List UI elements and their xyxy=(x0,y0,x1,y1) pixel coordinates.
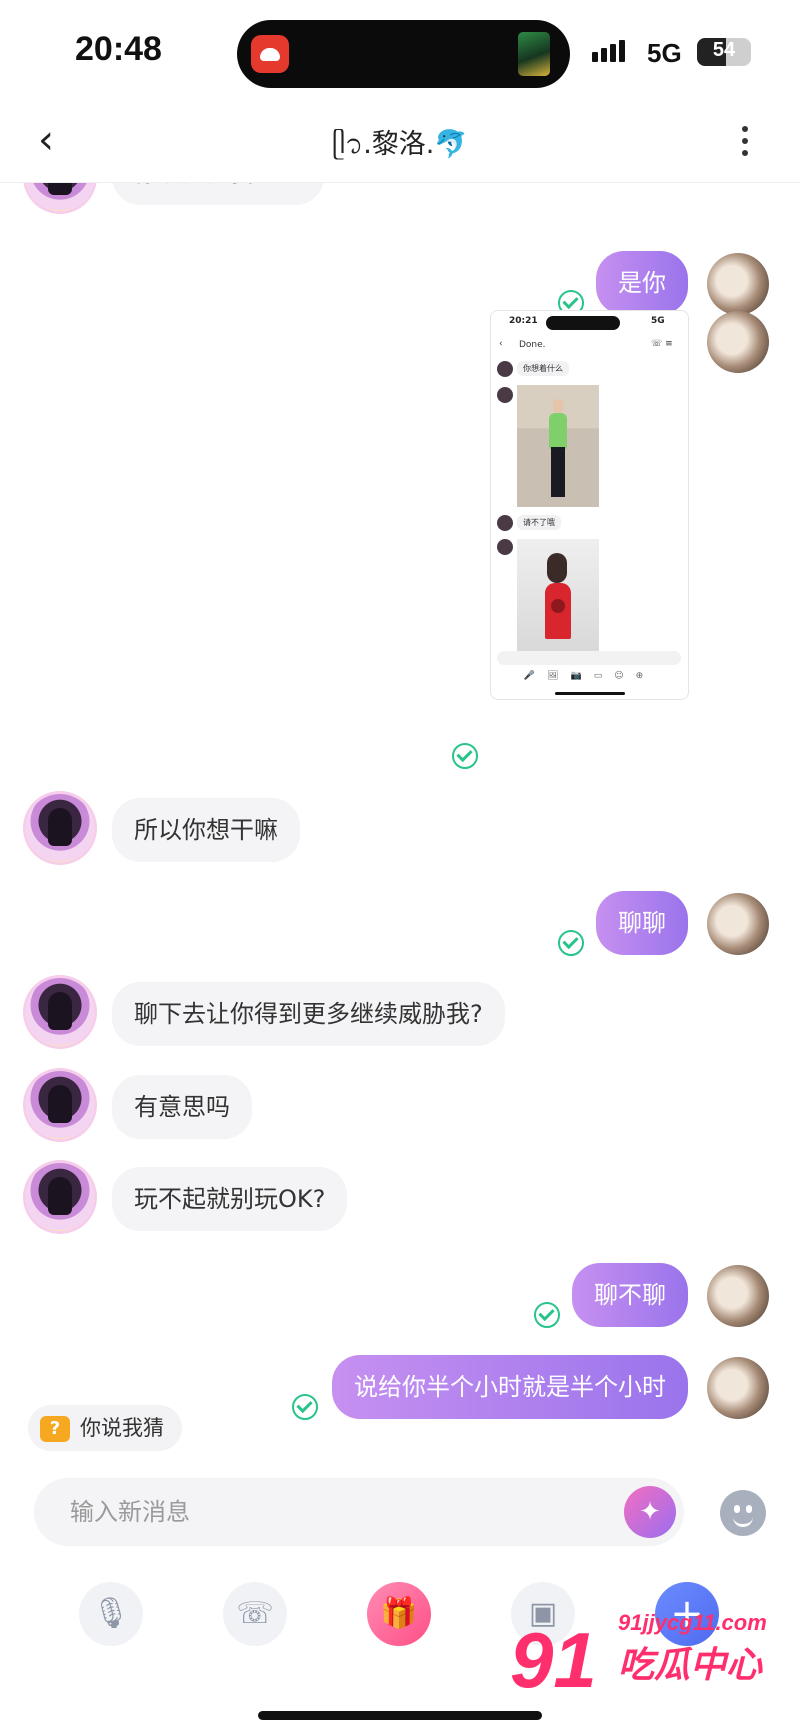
sent-check-icon xyxy=(292,1394,318,1420)
dynamic-island xyxy=(237,20,570,88)
battery-percent: 54 xyxy=(712,39,736,61)
magic-wand-icon[interactable]: ✦ xyxy=(624,1486,676,1538)
shot-avatar xyxy=(497,515,513,531)
contact-avatar[interactable] xyxy=(26,978,94,1046)
shot-avatar xyxy=(497,539,513,555)
my-avatar[interactable] xyxy=(707,1265,769,1327)
gift-icon[interactable]: 🎁 xyxy=(367,1582,431,1646)
watermark-text: 吃瓜中心 xyxy=(618,1645,763,1686)
sent-check-icon xyxy=(452,743,478,769)
shot-toolbar: 🎤🖼📷▭☺⊕ xyxy=(523,671,656,681)
contact-avatar[interactable] xyxy=(26,183,94,211)
phone-icon[interactable]: ☏ xyxy=(223,1582,287,1646)
battery-icon: 54 xyxy=(697,38,751,66)
shot-nav: ‹ Done. ☏ ≡ xyxy=(499,339,673,350)
shot-bubble: 请不了哦 xyxy=(517,515,561,530)
message-bubble-left[interactable]: 玩不起就别玩OK? xyxy=(112,1167,348,1231)
shot-contact: Done. xyxy=(519,340,546,350)
guess-hint-chip[interactable]: ? 你说我猜 xyxy=(28,1405,182,1451)
my-avatar[interactable] xyxy=(707,893,769,955)
sent-check-icon xyxy=(534,1302,560,1328)
message-input[interactable]: 输入新消息 xyxy=(34,1478,684,1546)
watermark-url: 91jjycg11.com xyxy=(618,1610,767,1635)
shot-island xyxy=(546,316,620,330)
question-icon: ? xyxy=(40,1416,70,1442)
shot-photo xyxy=(517,385,599,507)
shot-avatar xyxy=(497,387,513,403)
message-list[interactable]: 你确定是我？？ 是你 20:21 5G ‹ Done. ☏ ≡ 你想着什么 请不… xyxy=(0,183,800,1463)
shot-input xyxy=(497,651,681,665)
my-avatar[interactable] xyxy=(707,1357,769,1419)
message-bubble-right[interactable]: 是你 xyxy=(596,251,688,315)
input-placeholder: 输入新消息 xyxy=(70,1498,190,1526)
app-icon xyxy=(251,35,289,73)
media-thumbnail xyxy=(518,32,550,76)
shot-bubble: 你想着什么 xyxy=(517,361,569,376)
microphone-icon[interactable]: 🎙 xyxy=(79,1582,143,1646)
more-vertical-icon[interactable] xyxy=(738,126,752,162)
my-avatar[interactable] xyxy=(707,253,769,315)
hint-label: 你说我猜 xyxy=(80,1416,164,1440)
message-bubble-right[interactable]: 说给你半个小时就是半个小时 xyxy=(332,1355,688,1419)
shared-screenshot-image[interactable]: 20:21 5G ‹ Done. ☏ ≡ 你想着什么 请不了哦 🎤🖼📷▭☺⊕ xyxy=(490,310,689,700)
shot-photo xyxy=(517,539,599,655)
shot-home-bar xyxy=(555,692,625,695)
shot-time: 20:21 xyxy=(509,316,538,326)
chat-title[interactable]: ᥫ᭡.黎洛.🐬 xyxy=(0,122,800,173)
signal-icon xyxy=(592,40,628,62)
contact-avatar[interactable] xyxy=(26,794,94,862)
status-time: 20:48 xyxy=(75,30,162,68)
my-avatar[interactable] xyxy=(707,311,769,373)
contact-avatar[interactable] xyxy=(26,1163,94,1231)
shot-avatar xyxy=(497,361,513,377)
message-bubble-right[interactable]: 聊不聊 xyxy=(572,1263,688,1327)
message-bubble-left[interactable]: 所以你想干嘛 xyxy=(112,798,300,862)
shot-status-bar: 20:21 5G xyxy=(491,311,688,333)
watermark-logo-number: 91 xyxy=(510,1616,597,1704)
shot-network: 5G xyxy=(651,316,665,326)
sent-check-icon xyxy=(558,930,584,956)
home-indicator[interactable] xyxy=(258,1711,542,1720)
message-bubble-right[interactable]: 聊聊 xyxy=(596,891,688,955)
contact-avatar[interactable] xyxy=(26,1071,94,1139)
message-bubble-left[interactable]: 你确定是我？？ xyxy=(112,183,324,205)
emoji-icon[interactable] xyxy=(720,1490,766,1536)
network-label: 5G xyxy=(647,38,682,68)
message-bubble-left[interactable]: 聊下去让你得到更多继续威胁我? xyxy=(112,982,505,1046)
message-bubble-left[interactable]: 有意思吗 xyxy=(112,1075,252,1139)
